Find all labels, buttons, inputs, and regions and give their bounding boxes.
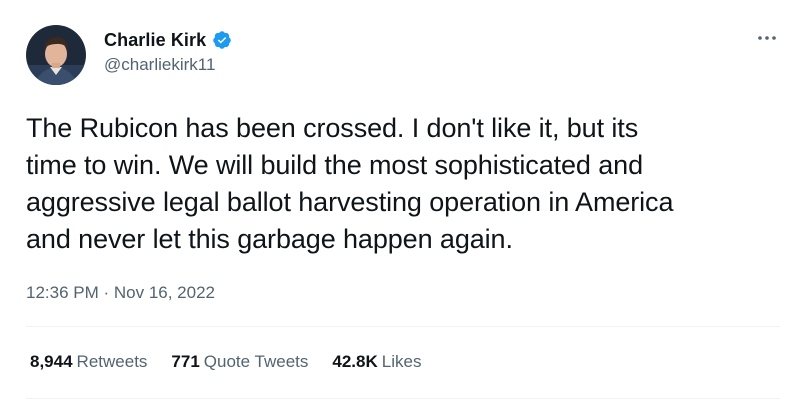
- name-row: Charlie Kirk: [104, 29, 232, 51]
- engagement-stats: 8,944 Retweets 771 Quote Tweets 42.8K Likes: [30, 352, 445, 372]
- tweet-text: The Rubicon has been crossed. I don't li…: [26, 110, 786, 258]
- display-name[interactable]: Charlie Kirk: [104, 30, 206, 51]
- divider: [26, 398, 780, 399]
- more-dots-icon[interactable]: [752, 28, 782, 48]
- quote-tweets-stat[interactable]: 771 Quote Tweets: [171, 352, 308, 372]
- retweets-stat[interactable]: 8,944 Retweets: [30, 352, 147, 372]
- likes-count: 42.8K: [332, 352, 378, 371]
- quote-tweets-count: 771: [171, 352, 200, 371]
- divider: [26, 326, 780, 327]
- tweet-text-line: time to win. We will build the most soph…: [26, 150, 643, 180]
- likes-stat[interactable]: 42.8K Likes: [332, 352, 421, 372]
- user-handle[interactable]: @charliekirk11: [104, 55, 215, 75]
- likes-label: Likes: [381, 352, 422, 371]
- retweets-count: 8,944: [30, 352, 73, 371]
- verified-badge-icon: [212, 30, 232, 50]
- tweet-text-line: and never let this garbage happen again.: [26, 224, 513, 254]
- tweet-card: Charlie Kirk @charliekirk11 The Rubicon …: [0, 0, 806, 402]
- tweet-timestamp[interactable]: 12:36 PM · Nov 16, 2022: [26, 283, 215, 303]
- tweet-text-line: aggressive legal ballot harvesting opera…: [26, 187, 674, 217]
- avatar[interactable]: [26, 25, 86, 85]
- tweet-text-line: The Rubicon has been crossed. I don't li…: [26, 113, 639, 143]
- quote-tweets-label: Quote Tweets: [203, 352, 309, 371]
- avatar-image: [26, 25, 86, 85]
- retweets-label: Retweets: [76, 352, 148, 371]
